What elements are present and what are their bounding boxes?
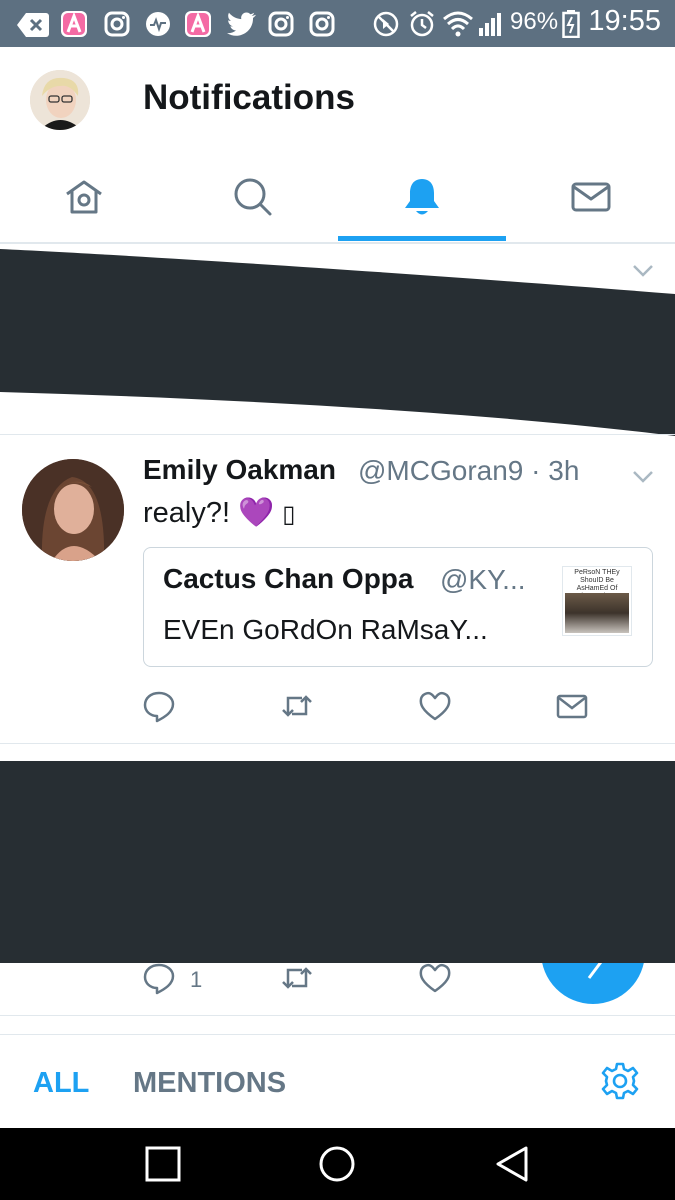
instagram-icon [268, 11, 294, 37]
tab-search[interactable] [169, 152, 337, 242]
thumbnail-image [565, 593, 629, 633]
divider [0, 434, 675, 435]
mute-icon [373, 11, 399, 37]
redacted-notification [0, 249, 675, 436]
quoted-text: EVEn GoRdOn RaMsaY... [163, 614, 488, 645]
tab-notifications[interactable] [338, 152, 506, 242]
signal-icon [479, 13, 501, 36]
avatar-image [30, 70, 90, 130]
direct-message-icon[interactable] [555, 689, 589, 723]
app-a-icon [61, 11, 87, 37]
active-tab-indicator [338, 236, 506, 241]
back-button-icon[interactable] [494, 1145, 530, 1183]
battery-icon [562, 10, 580, 38]
avatar-image [22, 459, 124, 561]
bell-icon [405, 179, 439, 215]
back-icon [17, 13, 49, 37]
notification-filter-bar: ALL MENTIONS [0, 1034, 675, 1128]
chevron-down-icon[interactable] [632, 470, 654, 484]
quoted-tweet[interactable]: Cactus Chan Oppa @KY... EVEn GoRdOn RaMs… [143, 547, 653, 667]
filter-mentions[interactable]: MENTIONS [133, 1067, 286, 1100]
twitter-icon [227, 12, 256, 36]
mail-icon [571, 182, 611, 212]
quoted-author-name: Cactus Chan Oppa [163, 563, 414, 594]
search-icon [234, 178, 272, 216]
tab-home[interactable] [0, 152, 168, 242]
home-button-icon[interactable] [318, 1145, 356, 1183]
tweet-author-handle[interactable]: @MCGoran9 · 3h [358, 455, 579, 487]
recent-apps-icon[interactable] [145, 1146, 181, 1182]
musically-icon [146, 12, 170, 36]
reply-icon[interactable] [142, 689, 176, 723]
reply-icon[interactable] [142, 961, 176, 995]
tweet-author-avatar[interactable] [22, 459, 124, 561]
battery-percent: 96% [510, 8, 559, 35]
like-icon[interactable] [418, 689, 452, 723]
system-navigation-bar [0, 1128, 675, 1200]
app-a-icon [185, 11, 211, 37]
instagram-icon [104, 11, 130, 37]
settings-gear-icon[interactable] [600, 1061, 640, 1101]
wifi-icon [443, 11, 473, 37]
redacted-notification [0, 761, 675, 963]
home-icon [66, 180, 102, 214]
tweet-author-name[interactable]: Emily Oakman [143, 454, 336, 486]
divider [0, 743, 675, 744]
tweet-text-unrendered-glyph: ▯ [282, 500, 296, 528]
tab-messages[interactable] [507, 152, 675, 242]
reply-count: 1 [190, 967, 203, 992]
retweet-icon[interactable] [280, 961, 314, 995]
filter-all[interactable]: ALL [33, 1067, 89, 1100]
status-bar: 96% 19:55 [0, 0, 675, 47]
alarm-icon [410, 11, 434, 37]
tweet-text-body: realy?! 💜 [143, 497, 283, 529]
like-icon[interactable] [418, 961, 452, 995]
page-title: Notifications [143, 78, 355, 117]
tab-bar [0, 152, 675, 244]
retweet-icon[interactable] [280, 689, 314, 723]
chevron-down-icon[interactable] [632, 264, 654, 278]
tweet-text: realy?! 💜 ▯ [143, 496, 295, 530]
profile-avatar[interactable] [30, 70, 90, 130]
clock: 19:55 [588, 5, 661, 37]
divider [0, 1015, 675, 1016]
quoted-media-thumbnail[interactable]: PeRsoN THEy ShouID Be AsHamEd Of ThemSel… [562, 566, 632, 636]
quoted-author-handle: @KY... [440, 564, 526, 595]
instagram-icon [309, 11, 335, 37]
